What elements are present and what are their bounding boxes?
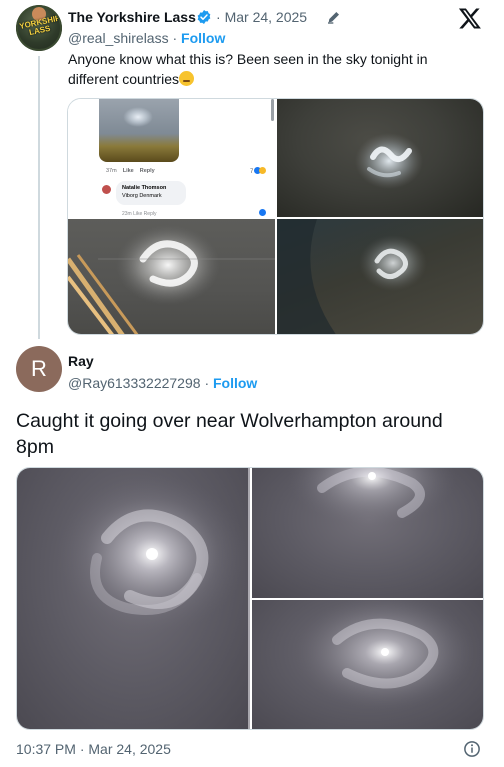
follow-button[interactable]: Follow	[181, 30, 225, 46]
commenter-avatar	[102, 185, 111, 194]
spiral-graphic	[295, 600, 475, 710]
wow-reaction-icon	[259, 167, 267, 174]
quoted-media-grid[interactable]: 37m Like Reply 7 Natalie Thomson Viborg De…	[67, 98, 484, 335]
spiral-graphic	[57, 468, 250, 729]
author-handle-line: @real_shirelass · Follow	[68, 29, 225, 47]
embedded-reactions: 7	[250, 167, 267, 175]
post-timestamp[interactable]: 10:37 PM · Mar 24, 2025	[16, 740, 171, 758]
author-name[interactable]: The Yorkshire Lass	[68, 8, 196, 26]
embedded-count-badge	[259, 209, 266, 216]
comment-text: Viborg Denmark	[122, 193, 162, 199]
reply-author-handle[interactable]: @Ray613332227298	[68, 375, 201, 391]
media-night-spiral-1[interactable]	[17, 468, 250, 729]
avatar-ray[interactable]: R	[16, 346, 62, 392]
x-logo-icon[interactable]	[458, 6, 482, 30]
embedded-meta: 37m Like Reply	[106, 168, 155, 174]
media-spiral-photo-3[interactable]	[68, 219, 275, 334]
embedded-reaction-count: 7	[250, 169, 254, 175]
author-handle[interactable]: @real_shirelass	[68, 30, 169, 46]
handle-separator: ·	[172, 30, 178, 46]
embedded-spiral	[123, 107, 153, 127]
quoted-text: Anyone know what this is? Been seen in t…	[68, 51, 428, 87]
embedded-scrollbar	[271, 99, 274, 121]
reply-handle-line: @Ray613332227298 · Follow	[68, 374, 257, 392]
embedded-time: 37m	[106, 168, 117, 174]
media-spiral-photo-2[interactable]	[277, 99, 483, 217]
reply-follow-button[interactable]: Follow	[213, 375, 257, 391]
avatar-ring	[16, 5, 62, 51]
avatar-yorkshire-lass[interactable]: YORKSHIRE LASS	[16, 5, 62, 51]
reply-post-text: Caught it going over near Wolverhampton …	[16, 410, 443, 458]
thread-line	[38, 56, 40, 339]
post-date-text[interactable]: Mar 24, 2025	[225, 9, 308, 25]
spiral-graphic	[287, 468, 457, 528]
media-night-spiral-2[interactable]	[252, 468, 483, 598]
media-facebook-screenshot[interactable]: 37m Like Reply 7 Natalie Thomson Viborg De…	[68, 99, 275, 217]
info-icon[interactable]	[463, 740, 481, 758]
embedded-sub-meta: 23m Like Reply	[122, 211, 157, 217]
embedded-reply: Reply	[139, 168, 155, 174]
commenter-name: Natalie Thomson	[122, 185, 167, 191]
quoted-post-text: Anyone know what this is? Been seen in t…	[68, 49, 468, 89]
date-separator: ·	[216, 9, 221, 25]
spiral-graphic	[68, 225, 275, 334]
embedded-comment-bubble: Natalie Thomson Viborg Denmark	[116, 181, 186, 205]
spiral-graphic	[355, 133, 423, 189]
reply-media-grid[interactable]	[16, 467, 484, 730]
post-date[interactable]: · Mar 24, 2025	[216, 8, 307, 26]
embedded-sky-photo	[99, 99, 179, 162]
reply-author-name[interactable]: Ray	[68, 352, 94, 370]
thinking-face-emoji-icon	[179, 71, 195, 86]
media-spiral-photo-4[interactable]	[277, 219, 483, 334]
media-night-spiral-3[interactable]	[252, 600, 483, 729]
embedded-like: Like	[122, 168, 134, 174]
spiral-graphic	[277, 219, 427, 334]
verified-badge-icon	[197, 10, 211, 24]
reply-handle-separator: ·	[204, 375, 210, 391]
edit-icon	[328, 12, 339, 24]
